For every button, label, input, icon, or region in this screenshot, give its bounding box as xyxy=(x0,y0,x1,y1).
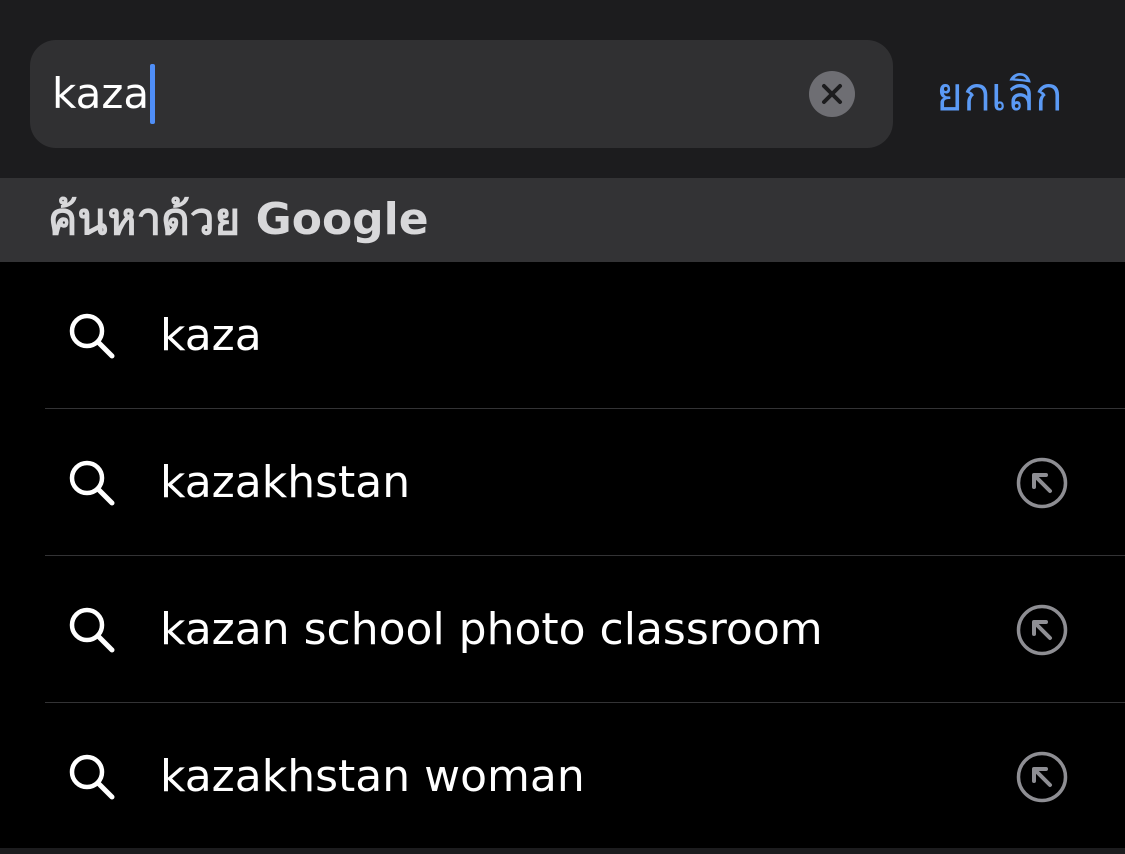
clear-button[interactable] xyxy=(809,71,855,117)
suggestion-label: kazakhstan woman xyxy=(160,751,585,802)
arrow-up-left-circle-icon[interactable] xyxy=(1015,603,1069,657)
suggestion-row[interactable]: kazan school photo classroom xyxy=(0,556,1125,703)
suggestion-label: kazan school photo classroom xyxy=(160,604,823,655)
suggestion-label: kazakhstan xyxy=(160,457,411,508)
suggestion-row[interactable]: kazakhstan woman xyxy=(0,703,1125,850)
search-icon xyxy=(69,313,115,358)
arrow-up-left-circle-icon[interactable] xyxy=(1015,456,1069,510)
clear-icon xyxy=(822,84,842,104)
suggestion-row[interactable]: kaza xyxy=(0,262,1125,409)
cancel-button[interactable]: ยกเลิก xyxy=(936,40,1063,148)
search-input-value: kaza xyxy=(52,69,150,118)
suggestion-label: kaza xyxy=(160,310,262,361)
section-header: ค้นหาด้วย Google xyxy=(0,178,1125,262)
bottom-section-edge xyxy=(0,848,1125,854)
search-icon xyxy=(69,607,115,652)
text-caret xyxy=(150,63,156,124)
search-bar-container: kaza ยกเลิก xyxy=(0,0,1125,178)
search-icon xyxy=(69,460,115,505)
arrow-up-left-circle-icon[interactable] xyxy=(1015,750,1069,804)
suggestion-row[interactable]: kazakhstan xyxy=(0,409,1125,556)
suggestion-list: kaza kazakhstan kazan school photo class… xyxy=(0,262,1125,850)
search-field[interactable]: kaza xyxy=(30,40,893,148)
search-icon xyxy=(69,754,115,799)
section-title: ค้นหาด้วย Google xyxy=(48,194,429,245)
search-input[interactable]: kaza xyxy=(52,40,156,148)
